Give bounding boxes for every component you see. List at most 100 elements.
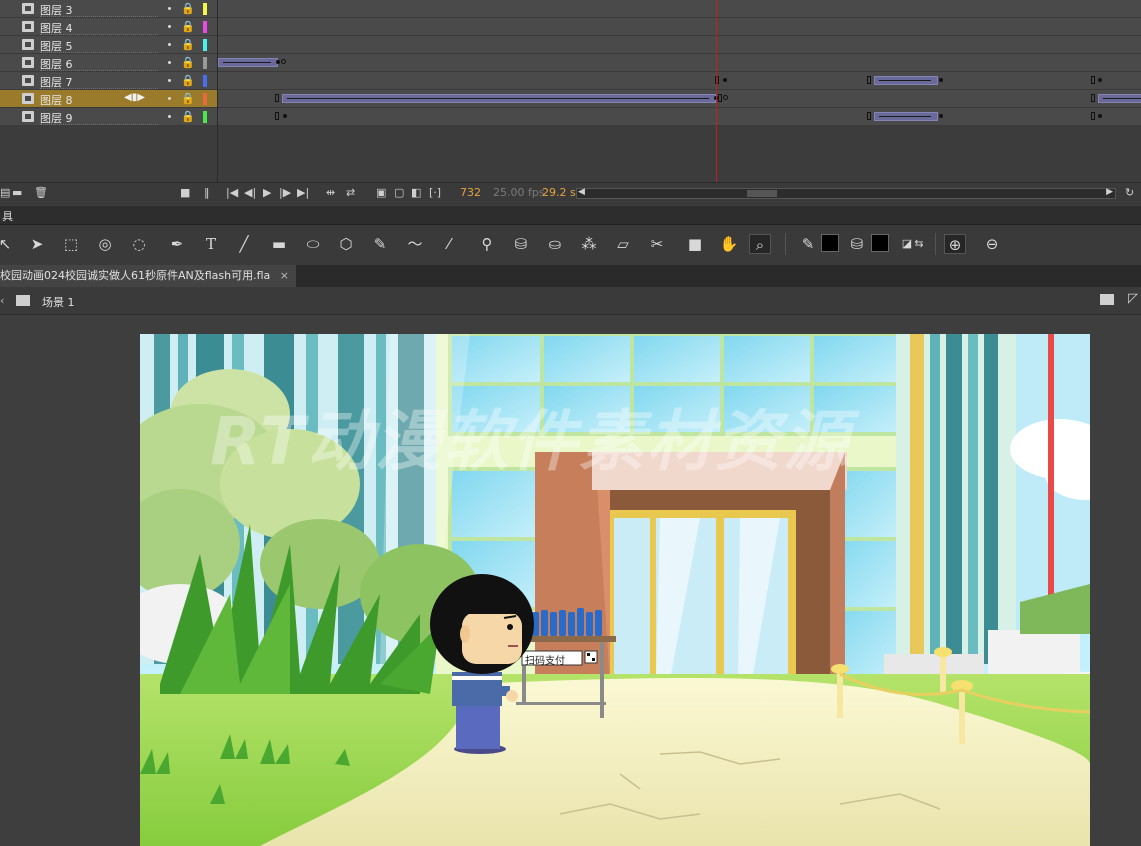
keyframe-marker[interactable] xyxy=(275,112,279,120)
scene-label[interactable]: 场景 1 xyxy=(42,294,75,310)
pencil-tool-icon[interactable]: ✎ xyxy=(369,234,391,254)
layer-color-swatch[interactable] xyxy=(203,21,207,33)
frame-row[interactable] xyxy=(218,90,1141,108)
motion-tween[interactable] xyxy=(874,112,938,121)
zoom-tool-icon[interactable]: ⌕ xyxy=(749,234,771,254)
pause-bars-icon[interactable]: ‖ xyxy=(204,187,210,199)
width-tool-icon[interactable]: ✂ xyxy=(646,234,668,254)
paint-brush-tool-icon[interactable]: 〜 xyxy=(404,234,426,254)
keyframe-marker[interactable] xyxy=(275,94,279,102)
keyframe-marker[interactable] xyxy=(1098,114,1102,118)
fill-color-icon[interactable]: ⛁ xyxy=(846,234,868,254)
first-frame-icon[interactable]: |◀ xyxy=(226,187,238,199)
pen-tool-icon[interactable]: ✒ xyxy=(166,234,188,254)
layer-row[interactable]: 图层 5 🔒 xyxy=(0,36,218,54)
onion-markers-icon[interactable]: [·] xyxy=(429,187,441,199)
subselection-tool-icon[interactable]: ➤ xyxy=(26,234,48,254)
current-frame[interactable]: 732 xyxy=(460,187,481,199)
play-icon[interactable]: ▶ xyxy=(263,187,271,199)
visibility-icon[interactable] xyxy=(168,115,171,118)
document-tab[interactable]: 校园动画024校园诚实做人61秒原件AN及flash可用.fla × xyxy=(0,265,296,287)
layer-row[interactable]: 图层 4 🔒 xyxy=(0,18,218,36)
lock-icon[interactable]: 🔒 xyxy=(181,74,195,87)
brush-tool-icon[interactable]: ⁄ xyxy=(438,234,460,254)
last-frame-icon[interactable]: ▶| xyxy=(297,187,309,199)
layer-color-swatch[interactable] xyxy=(203,57,207,69)
swap-colors-icon[interactable]: ⇆ xyxy=(908,234,930,254)
layer-color-swatch[interactable] xyxy=(203,75,207,87)
refresh-icon[interactable]: ↻ xyxy=(1125,187,1134,199)
layer-row[interactable]: 图层 7 🔒 xyxy=(0,72,218,90)
keyframe-nav-icon[interactable]: ◀▮▶ xyxy=(124,92,145,103)
motion-tween[interactable] xyxy=(218,58,278,67)
lock-icon[interactable]: 🔒 xyxy=(181,92,195,105)
eraser-tool-icon[interactable]: ▱ xyxy=(612,234,634,254)
polystar-tool-icon[interactable]: ⬡ xyxy=(335,234,357,254)
close-tab-icon[interactable]: × xyxy=(274,269,289,282)
visibility-icon[interactable] xyxy=(168,79,171,82)
visibility-icon[interactable] xyxy=(168,43,171,46)
delete-icon[interactable]: 🗑 xyxy=(34,187,48,199)
edit-symbol-icon[interactable]: ◸ xyxy=(1128,291,1138,306)
bone-tool-icon[interactable]: ⚲ xyxy=(476,234,498,254)
zoom-out-icon[interactable]: ⊖ xyxy=(981,234,1003,254)
onion-skin-icon[interactable]: ▣ xyxy=(376,187,386,199)
visibility-icon[interactable] xyxy=(168,97,171,100)
lock-icon[interactable]: 🔒 xyxy=(181,2,195,15)
layer-row[interactable]: 图层 9 🔒 xyxy=(0,108,218,126)
frame-rate[interactable]: 25.00 fps xyxy=(493,187,545,199)
back-arrow-icon[interactable]: ‹ xyxy=(0,294,4,307)
keyframe-marker[interactable] xyxy=(1091,94,1095,102)
keyframe-marker[interactable] xyxy=(1091,76,1095,84)
center-frame-icon[interactable]: ⇹ xyxy=(326,187,335,199)
lock-icon[interactable]: 🔒 xyxy=(181,110,195,123)
layer-color-swatch[interactable] xyxy=(203,111,207,123)
new-layer-icon[interactable]: ▤ xyxy=(0,187,10,199)
playhead[interactable] xyxy=(716,0,717,182)
keyframe-marker[interactable] xyxy=(283,114,287,118)
keyframe-marker[interactable] xyxy=(723,78,727,82)
rectangle-tool-icon[interactable]: ▬ xyxy=(268,234,290,254)
layer-row[interactable]: 图层 6 🔒 xyxy=(0,54,218,72)
edit-scene-icon[interactable] xyxy=(1100,294,1114,305)
scroll-thumb[interactable] xyxy=(747,190,777,197)
frame-row[interactable] xyxy=(218,0,1141,18)
motion-tween[interactable] xyxy=(874,76,938,85)
frame-row[interactable] xyxy=(218,54,1141,72)
fill-color-swatch[interactable] xyxy=(871,234,889,252)
line-tool-icon[interactable]: ╱ xyxy=(233,234,255,254)
zoom-in-icon[interactable]: ⊕ xyxy=(944,234,966,254)
keyframe-marker[interactable] xyxy=(1098,78,1102,82)
selection-tool-icon[interactable]: ↖ xyxy=(0,234,16,254)
keyframe-marker[interactable] xyxy=(281,59,286,64)
text-tool-icon[interactable]: T xyxy=(200,234,222,254)
camera-tool-icon[interactable]: ■ xyxy=(684,234,706,254)
eyedropper-tool-icon[interactable]: ⁂ xyxy=(578,234,600,254)
edit-multiple-icon[interactable]: ◧ xyxy=(411,187,421,199)
step-forward-icon[interactable]: |▶ xyxy=(279,187,291,199)
layer-color-swatch[interactable] xyxy=(203,39,207,51)
layer-row[interactable]: 图层 3 🔒 xyxy=(0,0,218,18)
keyframe-marker[interactable] xyxy=(867,112,871,120)
visibility-icon[interactable] xyxy=(168,7,171,10)
frame-row[interactable] xyxy=(218,72,1141,90)
keyframe-marker[interactable] xyxy=(718,94,722,102)
tools-tab-label[interactable]: 具 xyxy=(2,208,13,224)
keyframe-marker[interactable] xyxy=(939,78,943,82)
stage-canvas[interactable]: RT动漫软件素材资源 扫码支付 xyxy=(140,334,1090,846)
keyframe-marker[interactable] xyxy=(939,114,943,118)
lasso-tool-icon[interactable]: ◌ xyxy=(128,234,150,254)
keyframe-marker[interactable] xyxy=(867,76,871,84)
lock-icon[interactable]: 🔒 xyxy=(181,38,195,51)
oval-tool-icon[interactable]: ⬭ xyxy=(302,234,324,254)
step-back-icon[interactable]: ◀| xyxy=(244,187,256,199)
layer-name[interactable]: 图层 8 xyxy=(40,92,73,108)
ink-bottle-tool-icon[interactable]: ⛀ xyxy=(544,234,566,254)
keyframe-marker[interactable] xyxy=(276,60,280,64)
loop-icon[interactable]: ⇄ xyxy=(346,187,355,199)
tools-panel-tab[interactable]: 具 xyxy=(0,206,1141,225)
3d-rotation-tool-icon[interactable]: ◎ xyxy=(94,234,116,254)
layer-row[interactable]: 图层 8 ◀▮▶ 🔒 xyxy=(0,90,218,108)
frame-row[interactable] xyxy=(218,108,1141,126)
stroke-color-swatch[interactable] xyxy=(821,234,839,252)
